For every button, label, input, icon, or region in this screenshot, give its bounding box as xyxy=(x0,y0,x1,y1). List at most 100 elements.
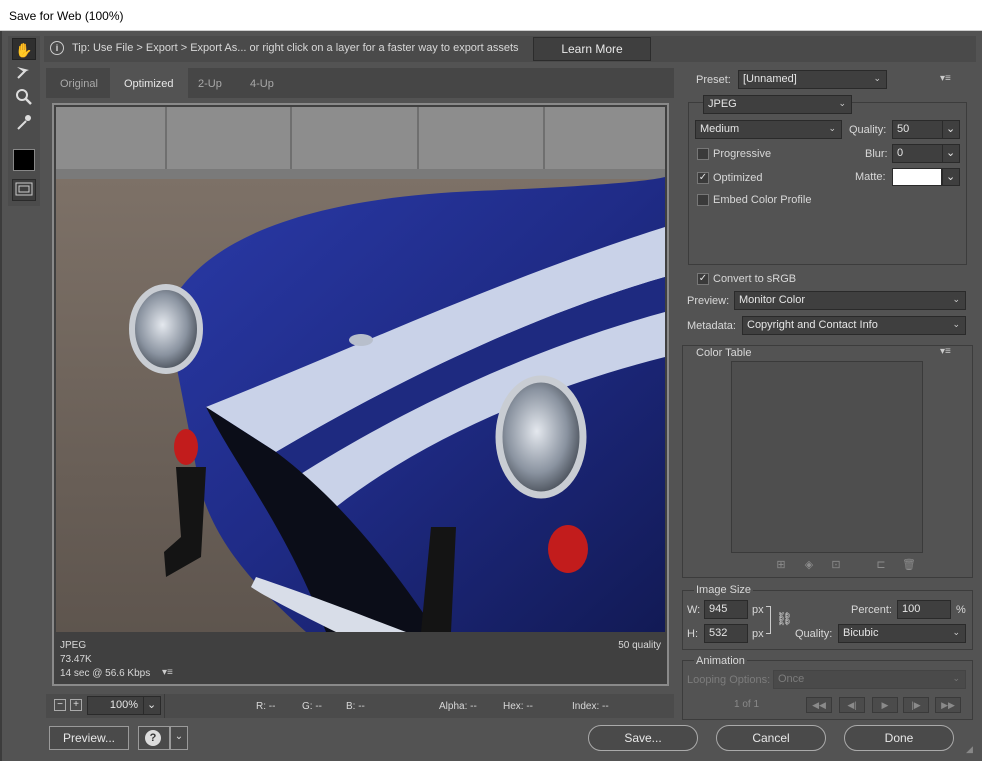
constrain-bracket xyxy=(766,606,771,634)
slices-visibility-icon xyxy=(15,182,33,196)
blur-label: Blur: xyxy=(865,148,888,160)
browser-dropdown[interactable]: ⌄ xyxy=(170,726,188,750)
previous-frame-button[interactable]: ◀| xyxy=(839,697,865,713)
chevron-down-icon: ⌄ xyxy=(952,627,960,637)
slice-select-tool-button[interactable] xyxy=(12,63,36,85)
compression-quality-select[interactable]: Medium ⌄ xyxy=(695,120,842,139)
preset-select[interactable]: [Unnamed] ⌄ xyxy=(738,70,887,89)
optimized-checkbox[interactable]: ✓ xyxy=(697,172,709,184)
zoom-out-button[interactable]: − xyxy=(54,699,66,711)
optimized-image-preview[interactable] xyxy=(56,107,665,632)
matte-color-swatch[interactable] xyxy=(892,168,942,186)
toggle-slices-button[interactable] xyxy=(12,179,36,201)
chevron-down-icon: ⌄ xyxy=(838,98,846,108)
progressive-label: Progressive xyxy=(713,148,772,160)
tab-original[interactable]: Original xyxy=(46,68,112,98)
quality-value: 50 xyxy=(897,123,910,135)
lock-icon[interactable]: ⊡ xyxy=(828,558,844,574)
resize-grip-icon[interactable]: ◢ xyxy=(966,744,973,755)
zoom-in-button[interactable]: + xyxy=(70,699,82,711)
chevron-down-icon: ⌄ xyxy=(174,731,184,742)
browser-icon: ? xyxy=(145,730,161,746)
chevron-down-icon: ⌄ xyxy=(828,123,836,133)
looping-options-value: Once xyxy=(778,673,805,685)
resample-quality-label: Quality: xyxy=(795,628,833,640)
width-label: W: xyxy=(687,604,701,616)
play-button[interactable]: ▶ xyxy=(872,697,898,713)
download-time[interactable]: 14 sec @ 56.6 Kbps xyxy=(60,668,150,679)
quality-label: Quality: xyxy=(849,124,887,136)
browser-select-button[interactable]: ? xyxy=(138,726,170,750)
image-preview-frame: JPEG 73.47K 14 sec @ 56.6 Kbps ▾≡ 50 qua… xyxy=(52,103,669,686)
chevron-down-icon: ⌄ xyxy=(952,319,960,329)
file-format-value: JPEG xyxy=(708,98,737,110)
chevron-down-icon: ⌄ xyxy=(952,673,960,683)
matte-dropdown[interactable]: ⌄ xyxy=(942,168,960,186)
looping-options-select[interactable]: Once ⌄ xyxy=(773,670,966,689)
cancel-button[interactable]: Cancel xyxy=(716,725,826,751)
hand-icon: ✋ xyxy=(15,42,33,58)
toolbar: ✋ xyxy=(8,36,40,206)
compression-quality-value: Medium xyxy=(700,123,740,135)
resample-quality-select[interactable]: Bicubic ⌄ xyxy=(838,624,966,643)
height-label: H: xyxy=(687,628,698,640)
last-frame-button[interactable]: ▶▶ xyxy=(935,697,961,713)
trash-icon[interactable]: 🗑 xyxy=(901,558,917,574)
animation-title: Animation xyxy=(694,655,747,667)
preview-in-browser-button[interactable]: Preview... xyxy=(49,726,129,750)
width-value: 945 xyxy=(709,603,728,615)
convert-srgb-label: Convert to sRGB xyxy=(713,273,797,285)
progressive-checkbox[interactable] xyxy=(697,148,709,160)
metadata-select[interactable]: Copyright and Contact Info ⌄ xyxy=(742,316,966,335)
first-frame-button[interactable]: ◀◀ xyxy=(806,697,832,713)
file-format-select[interactable]: JPEG ⌄ xyxy=(703,95,852,114)
tab-2-up[interactable]: 2-Up xyxy=(184,68,236,98)
learn-more-button[interactable]: Learn More xyxy=(533,37,651,61)
metadata-value: Copyright and Contact Info xyxy=(747,319,878,331)
convert-srgb-checkbox[interactable]: ✓ xyxy=(697,273,709,285)
height-input[interactable]: 532 xyxy=(704,624,748,643)
web-shift-icon[interactable]: ◈ xyxy=(801,558,817,574)
matte-label: Matte: xyxy=(855,171,886,183)
status-hex: Hex: -- xyxy=(503,701,533,712)
color-table-swatches[interactable] xyxy=(731,361,923,553)
width-input[interactable]: 945 xyxy=(704,600,748,619)
optimized-label: Optimized xyxy=(713,172,763,184)
eyedropper-tool-button[interactable] xyxy=(12,112,36,134)
height-value: 532 xyxy=(709,627,728,639)
preview-color-select[interactable]: Monitor Color ⌄ xyxy=(734,291,966,310)
preset-value: [Unnamed] xyxy=(743,73,797,85)
new-color-icon[interactable]: ⊏ xyxy=(873,558,889,574)
preview-color-value: Monitor Color xyxy=(739,294,806,306)
blur-slider-button[interactable]: ⌄ xyxy=(942,144,960,163)
map-to-transparent-icon[interactable]: ⊞ xyxy=(773,558,789,574)
zoom-level-dropdown[interactable]: ⌄ xyxy=(143,696,161,715)
save-button[interactable]: Save... xyxy=(588,725,698,751)
window-title: Save for Web (100%) xyxy=(9,9,124,23)
slice-select-icon xyxy=(17,67,29,79)
color-table-menu-icon[interactable]: ▾≡ xyxy=(940,346,951,357)
eyedropper-icon xyxy=(17,115,31,130)
chevron-down-icon: ⌄ xyxy=(946,147,956,159)
status-divider xyxy=(164,694,165,718)
embed-color-profile-checkbox[interactable] xyxy=(697,194,709,206)
hand-tool-button[interactable]: ✋ xyxy=(12,38,36,60)
quality-slider-button[interactable]: ⌄ xyxy=(942,120,960,139)
link-proportions-icon[interactable]: ⛓ xyxy=(776,611,793,627)
status-index: Index: -- xyxy=(572,701,609,712)
chevron-down-icon: ⌄ xyxy=(946,171,956,183)
resample-quality-value: Bicubic xyxy=(843,627,879,639)
tab-optimized[interactable]: Optimized xyxy=(110,68,188,98)
optimize-menu-icon[interactable]: ▾≡ xyxy=(940,73,951,84)
zoom-tool-button[interactable] xyxy=(12,87,36,109)
animation-frame-counter: 1 of 1 xyxy=(734,699,760,710)
width-unit: px xyxy=(752,604,764,616)
done-button[interactable]: Done xyxy=(844,725,954,751)
chevron-down-icon: ⌄ xyxy=(873,73,881,83)
percent-input[interactable]: 100 xyxy=(897,600,951,619)
eyedropper-color-swatch[interactable] xyxy=(13,149,35,171)
next-frame-button[interactable]: |▶ xyxy=(903,697,929,713)
download-speed-menu-icon[interactable]: ▾≡ xyxy=(162,667,173,678)
height-unit: px xyxy=(752,628,764,640)
tab-4-up[interactable]: 4-Up xyxy=(236,68,288,98)
